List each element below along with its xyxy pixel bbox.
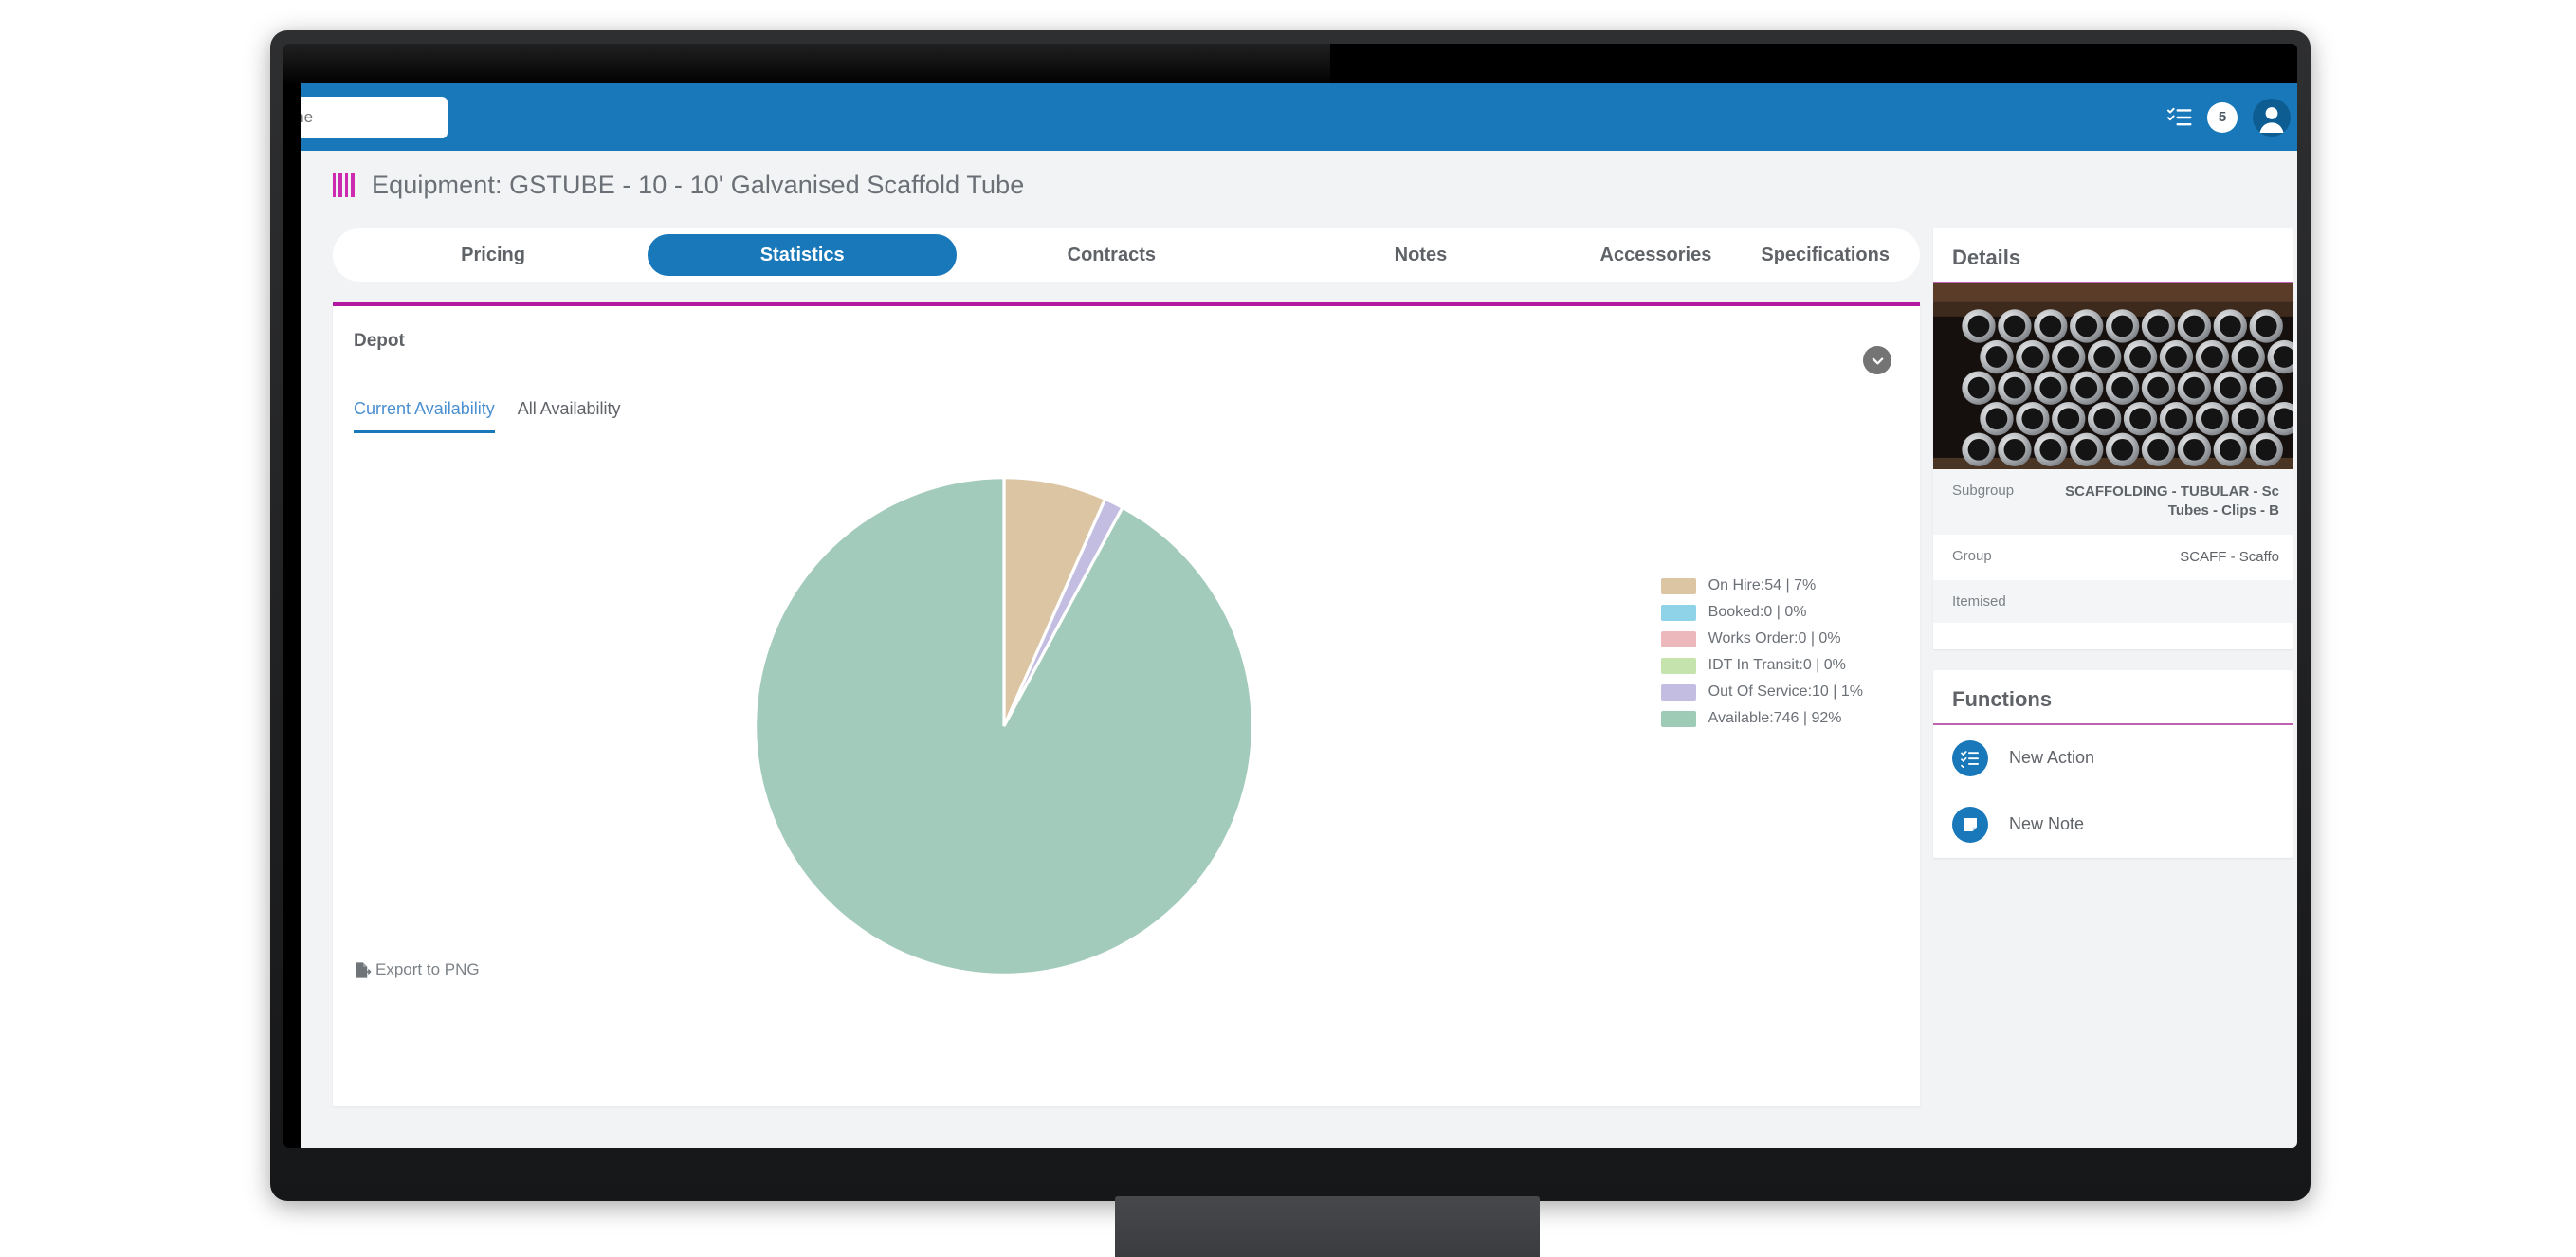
legend-swatch xyxy=(1660,577,1696,594)
legend-item-works-order: Works Order:0 | 0% xyxy=(1660,630,1863,647)
monitor-stand xyxy=(1115,1196,1540,1257)
scene: 5 Equipment: GSTUBE - 10 - 10' Galvanise… xyxy=(0,0,2576,1257)
availability-subtabs: Current Availability All Availability xyxy=(333,374,1920,433)
subtab-current-availability[interactable]: Current Availability xyxy=(354,399,495,433)
note-icon xyxy=(1952,806,1988,843)
tab-notes[interactable]: Notes xyxy=(1266,234,1575,276)
detail-key: Subgroup xyxy=(1952,483,2015,499)
depot-card-header: Depot xyxy=(333,306,1920,374)
tab-statistics[interactable]: Statistics xyxy=(648,234,958,276)
detail-row: Group SCAFF - Scaffo xyxy=(1933,535,2293,580)
monitor-screen-bezel: 5 Equipment: GSTUBE - 10 - 10' Galvanise… xyxy=(283,44,2297,1148)
barcode-icon xyxy=(333,173,355,197)
details-panel: Details Subgroup SCAFFOLDING - TUBULAR -… xyxy=(1933,228,2293,649)
depot-statistics-card: Depot Current Availability All Availabil… xyxy=(333,302,1920,1106)
legend-item-out-of-service: Out Of Service:10 | 1% xyxy=(1660,683,1863,701)
legend-label: Out Of Service:10 | 1% xyxy=(1708,683,1863,700)
scaffold-tubes-photo xyxy=(1933,283,2293,469)
page-title: Equipment: GSTUBE - 10 - 10' Galvanised … xyxy=(372,170,1025,199)
legend-label: IDT In Transit:0 | 0% xyxy=(1708,657,1846,673)
detail-row: Itemised xyxy=(1933,579,2293,623)
function-label: New Note xyxy=(2009,814,2085,834)
monitor: 5 Equipment: GSTUBE - 10 - 10' Galvanise… xyxy=(270,30,2311,1201)
tasks-list-icon[interactable] xyxy=(2167,107,2192,128)
subtab-all-availability[interactable]: All Availability xyxy=(518,399,621,433)
legend-swatch xyxy=(1660,630,1696,647)
function-new-note[interactable]: New Note xyxy=(1933,792,2293,858)
app-header-actions: 5 xyxy=(2167,83,2291,151)
legend-label: Works Order:0 | 0% xyxy=(1708,630,1841,647)
legend-swatch xyxy=(1660,657,1696,674)
page-title-bar: Equipment: GSTUBE - 10 - 10' Galvanised … xyxy=(301,151,2297,219)
pie-slice xyxy=(754,476,1254,976)
functions-panel: Functions New Action New Note xyxy=(1933,669,2293,858)
record-tabs: Pricing Statistics Contracts Notes Acces… xyxy=(333,228,1920,282)
chevron-down-icon[interactable] xyxy=(1863,346,1891,374)
legend-item-available: Available:746 | 92% xyxy=(1660,710,1863,727)
pie-chart xyxy=(753,475,1255,977)
legend-label: Booked:0 | 0% xyxy=(1708,604,1807,620)
detail-row: Subgroup SCAFFOLDING - TUBULAR - Sc Tube… xyxy=(1933,469,2293,535)
function-new-action[interactable]: New Action xyxy=(1933,725,2293,792)
equipment-photo xyxy=(1933,283,2293,469)
function-label: New Action xyxy=(2009,748,2095,768)
details-panel-spacer xyxy=(1933,622,2293,649)
detail-key: Group xyxy=(1952,547,1992,564)
page-body: Pricing Statistics Contracts Notes Acces… xyxy=(301,219,2297,1148)
export-label: Export to PNG xyxy=(375,960,480,978)
detail-value xyxy=(2047,580,2293,623)
legend-swatch xyxy=(1660,604,1696,621)
search-container xyxy=(301,97,448,138)
legend-swatch xyxy=(1660,710,1696,727)
tab-contracts[interactable]: Contracts xyxy=(957,234,1266,276)
file-export-icon xyxy=(356,961,372,978)
depot-card-title: Depot xyxy=(354,331,405,351)
checklist-icon xyxy=(1952,739,1988,776)
search-input[interactable] xyxy=(301,97,448,138)
export-to-png-link[interactable]: Export to PNG xyxy=(354,960,480,979)
tab-pricing[interactable]: Pricing xyxy=(338,234,648,276)
availability-chart-zone: On Hire:54 | 7% Booked:0 | 0% Works Orde… xyxy=(333,433,1920,1002)
detail-key: Itemised xyxy=(1952,592,2006,610)
legend-label: On Hire:54 | 7% xyxy=(1708,577,1817,593)
side-column: Details Subgroup SCAFFOLDING - TUBULAR -… xyxy=(1933,228,2293,1148)
main-column: Pricing Statistics Contracts Notes Acces… xyxy=(333,228,1920,1148)
legend-label: Available:746 | 92% xyxy=(1708,710,1842,726)
pie-chart-svg xyxy=(754,476,1254,976)
notification-count-badge[interactable]: 5 xyxy=(2207,101,2238,133)
tab-specifications[interactable]: Specifications xyxy=(1736,234,1914,276)
app-header-bar: 5 xyxy=(301,83,2297,151)
screen-content: 5 Equipment: GSTUBE - 10 - 10' Galvanise… xyxy=(301,83,2297,1148)
legend-swatch xyxy=(1660,683,1696,701)
chart-legend: On Hire:54 | 7% Booked:0 | 0% Works Orde… xyxy=(1660,577,1863,727)
legend-item-booked: Booked:0 | 0% xyxy=(1660,604,1863,621)
bezel-glare xyxy=(283,44,1331,85)
legend-item-on-hire: On Hire:54 | 7% xyxy=(1660,577,1863,594)
detail-value: SCAFF - Scaffo xyxy=(2180,548,2279,565)
tab-accessories[interactable]: Accessories xyxy=(1576,234,1737,276)
functions-panel-title: Functions xyxy=(1933,670,2293,725)
user-avatar-icon[interactable] xyxy=(2253,98,2291,137)
details-panel-title: Details xyxy=(1933,228,2293,283)
detail-value: SCAFFOLDING - TUBULAR - Sc Tubes - Clips… xyxy=(2065,483,2279,519)
legend-item-idt-in-transit: IDT In Transit:0 | 0% xyxy=(1660,657,1863,674)
